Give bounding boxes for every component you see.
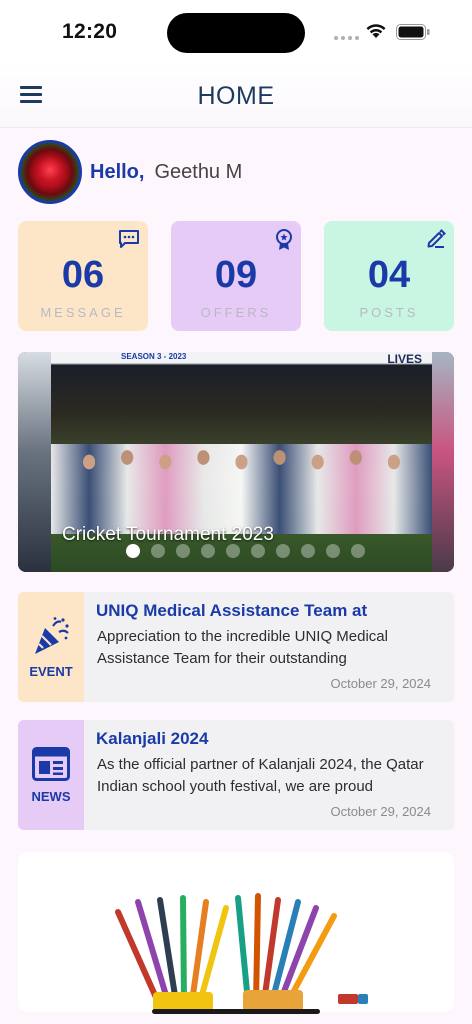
- pagination-dot[interactable]: [226, 544, 240, 558]
- event-card[interactable]: EVENT UNIQ Medical Assistance Team at Ap…: [18, 592, 454, 702]
- event-type-label: EVENT: [29, 663, 73, 679]
- slide-caption: Cricket Tournament 2023: [62, 524, 274, 545]
- news-card[interactable]: NEWS Kalanjali 2024 As the official part…: [18, 720, 454, 830]
- badge-icon: [276, 229, 292, 250]
- offers-stat-card[interactable]: 09 OFFERS: [171, 221, 301, 331]
- edit-icon: [427, 229, 446, 248]
- posts-stat-card[interactable]: 04 POSTS: [324, 221, 454, 331]
- pagination-dot[interactable]: [351, 544, 365, 558]
- previous-slide-peek[interactable]: [18, 352, 51, 572]
- group-photo: [51, 444, 432, 534]
- event-badge: EVENT: [18, 592, 84, 702]
- next-slide-peek[interactable]: [432, 352, 454, 572]
- slide-banner-season: SEASON 3 - 2023: [121, 352, 187, 361]
- status-time: 12:20: [62, 20, 118, 43]
- news-badge: NEWS: [18, 720, 84, 830]
- slide-banner-lives: LIVES: [387, 352, 422, 366]
- newspaper-icon: [32, 746, 70, 781]
- news-title: Kalanjali 2024: [96, 729, 209, 748]
- message-count: 06: [61, 254, 105, 296]
- battery-icon: [396, 24, 430, 40]
- status-bar: 12:20: [0, 0, 472, 64]
- carousel-pagination: [126, 544, 365, 558]
- hello-label: Hello,: [90, 160, 145, 183]
- news-body: As the official partner of Kalanjali 202…: [97, 756, 424, 795]
- dynamic-island: [167, 13, 305, 53]
- greeting-row: Hello, Geethu M: [18, 140, 242, 204]
- pagination-dot[interactable]: [176, 544, 190, 558]
- home-indicator: [152, 1009, 320, 1014]
- message-stat-card[interactable]: 06 MESSAGE: [18, 221, 148, 331]
- news-date: October 29, 2024: [330, 804, 431, 819]
- pagination-dot[interactable]: [126, 544, 140, 558]
- party-popper-icon: [35, 616, 69, 654]
- message-label: MESSAGE: [40, 305, 126, 320]
- event-body: Appreciation to the incredible UNIQ Medi…: [97, 628, 388, 667]
- pagination-dot[interactable]: [201, 544, 215, 558]
- pagination-dot[interactable]: [276, 544, 290, 558]
- pencil-cup-image: [115, 893, 368, 1012]
- user-name: Geethu M: [154, 160, 243, 183]
- avatar[interactable]: [18, 140, 82, 204]
- chat-icon: [119, 230, 139, 248]
- pagination-dot[interactable]: [326, 544, 340, 558]
- cellular-signal-icon: [334, 36, 359, 40]
- pagination-dot[interactable]: [301, 544, 315, 558]
- stats-row: 06 MESSAGE 09 OFFERS 04 POSTS: [18, 221, 454, 331]
- posts-label: POSTS: [359, 305, 419, 320]
- news-type-label: NEWS: [31, 788, 71, 804]
- image-carousel[interactable]: SEASON 3 - 2023 LIVES Cricket Tournament…: [18, 352, 454, 572]
- event-title: UNIQ Medical Assistance Team at: [96, 601, 368, 620]
- pagination-dot[interactable]: [251, 544, 265, 558]
- offers-count: 09: [214, 254, 258, 296]
- page-title: HOME: [197, 82, 275, 110]
- posts-count: 04: [367, 254, 411, 296]
- promo-image-card[interactable]: [18, 852, 454, 1012]
- event-date: October 29, 2024: [330, 676, 431, 691]
- app-header: HOME: [0, 64, 472, 128]
- wifi-icon: [366, 24, 386, 38]
- offers-label: OFFERS: [200, 305, 272, 320]
- pagination-dot[interactable]: [151, 544, 165, 558]
